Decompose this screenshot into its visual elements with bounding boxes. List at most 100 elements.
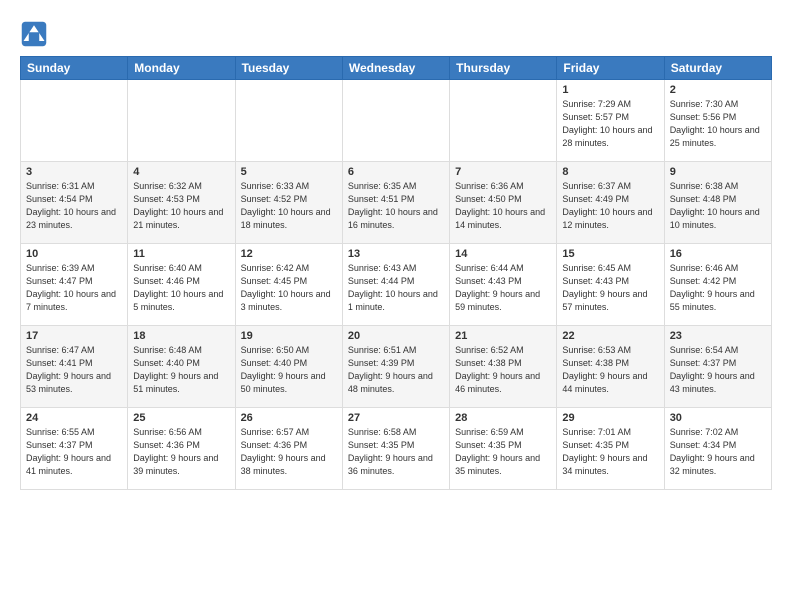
calendar-header: SundayMondayTuesdayWednesdayThursdayFrid… (21, 57, 772, 80)
weekday-header: Thursday (450, 57, 557, 80)
day-number: 28 (455, 412, 551, 424)
day-number: 13 (348, 248, 444, 260)
calendar-cell: 14 Sunrise: 6:44 AM Sunset: 4:43 PM Dayli… (450, 244, 557, 326)
day-number: 26 (241, 412, 337, 424)
calendar-cell: 16 Sunrise: 6:46 AM Sunset: 4:42 PM Dayli… (664, 244, 771, 326)
calendar-cell: 27Sunrise: 6:58 AM Sunset: 4:35 PM Dayli… (342, 408, 449, 490)
day-number: 1 (562, 84, 658, 96)
day-info: Sunrise: 6:48 AM Sunset: 4:40 PM Dayligh… (133, 344, 229, 396)
calendar-cell: 17 Sunrise: 6:47 AM Sunset: 4:41 PM Dayli… (21, 326, 128, 408)
day-number: 3 (26, 166, 122, 178)
day-info: Sunrise: 6:55 AM Sunset: 4:37 PM Dayligh… (26, 426, 122, 478)
day-info: Sunrise: 6:39 AM Sunset: 4:47 PM Dayligh… (26, 262, 122, 314)
day-info: Sunrise: 6:44 AM Sunset: 4:43 PM Dayligh… (455, 262, 551, 314)
calendar-cell: 24 Sunrise: 6:55 AM Sunset: 4:37 PM Dayli… (21, 408, 128, 490)
calendar-week-row: 1Sunrise: 7:29 AM Sunset: 5:57 PM Daylig… (21, 80, 772, 162)
weekday-header: Tuesday (235, 57, 342, 80)
day-info: Sunrise: 7:30 AM Sunset: 5:56 PM Dayligh… (670, 98, 766, 150)
logo (20, 20, 52, 48)
calendar-cell (235, 80, 342, 162)
day-number: 20 (348, 330, 444, 342)
day-info: Sunrise: 7:01 AM Sunset: 4:35 PM Dayligh… (562, 426, 658, 478)
page: SundayMondayTuesdayWednesdayThursdayFrid… (0, 0, 792, 612)
day-number: 15 (562, 248, 658, 260)
calendar-cell: 12Sunrise: 6:42 AM Sunset: 4:45 PM Dayli… (235, 244, 342, 326)
header-row: SundayMondayTuesdayWednesdayThursdayFrid… (21, 57, 772, 80)
day-number: 8 (562, 166, 658, 178)
day-number: 7 (455, 166, 551, 178)
day-info: Sunrise: 6:40 AM Sunset: 4:46 PM Dayligh… (133, 262, 229, 314)
day-number: 19 (241, 330, 337, 342)
calendar-week-row: 17 Sunrise: 6:47 AM Sunset: 4:41 PM Dayli… (21, 326, 772, 408)
calendar-week-row: 24 Sunrise: 6:55 AM Sunset: 4:37 PM Dayli… (21, 408, 772, 490)
day-info: Sunrise: 6:57 AM Sunset: 4:36 PM Dayligh… (241, 426, 337, 478)
calendar-cell: 19 Sunrise: 6:50 AM Sunset: 4:40 PM Dayli… (235, 326, 342, 408)
day-number: 11 (133, 248, 229, 260)
day-info: Sunrise: 6:45 AM Sunset: 4:43 PM Dayligh… (562, 262, 658, 314)
calendar-cell: 28 Sunrise: 6:59 AM Sunset: 4:35 PM Dayli… (450, 408, 557, 490)
day-number: 9 (670, 166, 766, 178)
day-number: 22 (562, 330, 658, 342)
calendar-cell: 13 Sunrise: 6:43 AM Sunset: 4:44 PM Dayli… (342, 244, 449, 326)
calendar-cell: 1Sunrise: 7:29 AM Sunset: 5:57 PM Daylig… (557, 80, 664, 162)
calendar-week-row: 3 Sunrise: 6:31 AM Sunset: 4:54 PM Daylig… (21, 162, 772, 244)
calendar-cell: 26 Sunrise: 6:57 AM Sunset: 4:36 PM Dayli… (235, 408, 342, 490)
weekday-header: Sunday (21, 57, 128, 80)
day-number: 5 (241, 166, 337, 178)
calendar-cell: 8Sunrise: 6:37 AM Sunset: 4:49 PM Daylig… (557, 162, 664, 244)
calendar-cell (450, 80, 557, 162)
day-info: Sunrise: 6:33 AM Sunset: 4:52 PM Dayligh… (241, 180, 337, 232)
weekday-header: Saturday (664, 57, 771, 80)
day-number: 18 (133, 330, 229, 342)
calendar-table: SundayMondayTuesdayWednesdayThursdayFrid… (20, 56, 772, 490)
calendar-week-row: 10Sunrise: 6:39 AM Sunset: 4:47 PM Dayli… (21, 244, 772, 326)
logo-icon (20, 20, 48, 48)
day-info: Sunrise: 6:51 AM Sunset: 4:39 PM Dayligh… (348, 344, 444, 396)
day-number: 14 (455, 248, 551, 260)
calendar-cell: 23 Sunrise: 6:54 AM Sunset: 4:37 PM Dayli… (664, 326, 771, 408)
day-number: 12 (241, 248, 337, 260)
day-info: Sunrise: 6:46 AM Sunset: 4:42 PM Dayligh… (670, 262, 766, 314)
calendar-cell: 22Sunrise: 6:53 AM Sunset: 4:38 PM Dayli… (557, 326, 664, 408)
weekday-header: Monday (128, 57, 235, 80)
calendar-cell: 15 Sunrise: 6:45 AM Sunset: 4:43 PM Dayli… (557, 244, 664, 326)
day-number: 6 (348, 166, 444, 178)
day-info: Sunrise: 6:47 AM Sunset: 4:41 PM Dayligh… (26, 344, 122, 396)
day-info: Sunrise: 6:50 AM Sunset: 4:40 PM Dayligh… (241, 344, 337, 396)
calendar-cell: 2 Sunrise: 7:30 AM Sunset: 5:56 PM Daylig… (664, 80, 771, 162)
day-info: Sunrise: 6:38 AM Sunset: 4:48 PM Dayligh… (670, 180, 766, 232)
day-info: Sunrise: 6:35 AM Sunset: 4:51 PM Dayligh… (348, 180, 444, 232)
day-info: Sunrise: 6:52 AM Sunset: 4:38 PM Dayligh… (455, 344, 551, 396)
calendar-cell: 5 Sunrise: 6:33 AM Sunset: 4:52 PM Daylig… (235, 162, 342, 244)
calendar-cell (21, 80, 128, 162)
day-number: 17 (26, 330, 122, 342)
day-info: Sunrise: 6:54 AM Sunset: 4:37 PM Dayligh… (670, 344, 766, 396)
calendar-cell: 18 Sunrise: 6:48 AM Sunset: 4:40 PM Dayli… (128, 326, 235, 408)
calendar-cell (342, 80, 449, 162)
calendar-cell: 3 Sunrise: 6:31 AM Sunset: 4:54 PM Daylig… (21, 162, 128, 244)
calendar-cell: 6 Sunrise: 6:35 AM Sunset: 4:51 PM Daylig… (342, 162, 449, 244)
day-info: Sunrise: 6:58 AM Sunset: 4:35 PM Dayligh… (348, 426, 444, 478)
day-number: 29 (562, 412, 658, 424)
calendar-body: 1Sunrise: 7:29 AM Sunset: 5:57 PM Daylig… (21, 80, 772, 490)
calendar-cell: 30 Sunrise: 7:02 AM Sunset: 4:34 PM Dayli… (664, 408, 771, 490)
day-number: 30 (670, 412, 766, 424)
day-info: Sunrise: 6:56 AM Sunset: 4:36 PM Dayligh… (133, 426, 229, 478)
day-number: 23 (670, 330, 766, 342)
day-info: Sunrise: 6:43 AM Sunset: 4:44 PM Dayligh… (348, 262, 444, 314)
day-info: Sunrise: 6:36 AM Sunset: 4:50 PM Dayligh… (455, 180, 551, 232)
day-number: 16 (670, 248, 766, 260)
day-number: 21 (455, 330, 551, 342)
day-info: Sunrise: 6:31 AM Sunset: 4:54 PM Dayligh… (26, 180, 122, 232)
day-number: 24 (26, 412, 122, 424)
calendar-cell: 25 Sunrise: 6:56 AM Sunset: 4:36 PM Dayli… (128, 408, 235, 490)
day-info: Sunrise: 6:59 AM Sunset: 4:35 PM Dayligh… (455, 426, 551, 478)
day-info: Sunrise: 7:02 AM Sunset: 4:34 PM Dayligh… (670, 426, 766, 478)
day-number: 25 (133, 412, 229, 424)
calendar-cell: 4 Sunrise: 6:32 AM Sunset: 4:53 PM Daylig… (128, 162, 235, 244)
calendar-cell: 7 Sunrise: 6:36 AM Sunset: 4:50 PM Daylig… (450, 162, 557, 244)
day-info: Sunrise: 6:32 AM Sunset: 4:53 PM Dayligh… (133, 180, 229, 232)
calendar-cell: 20 Sunrise: 6:51 AM Sunset: 4:39 PM Dayli… (342, 326, 449, 408)
day-number: 2 (670, 84, 766, 96)
day-number: 4 (133, 166, 229, 178)
